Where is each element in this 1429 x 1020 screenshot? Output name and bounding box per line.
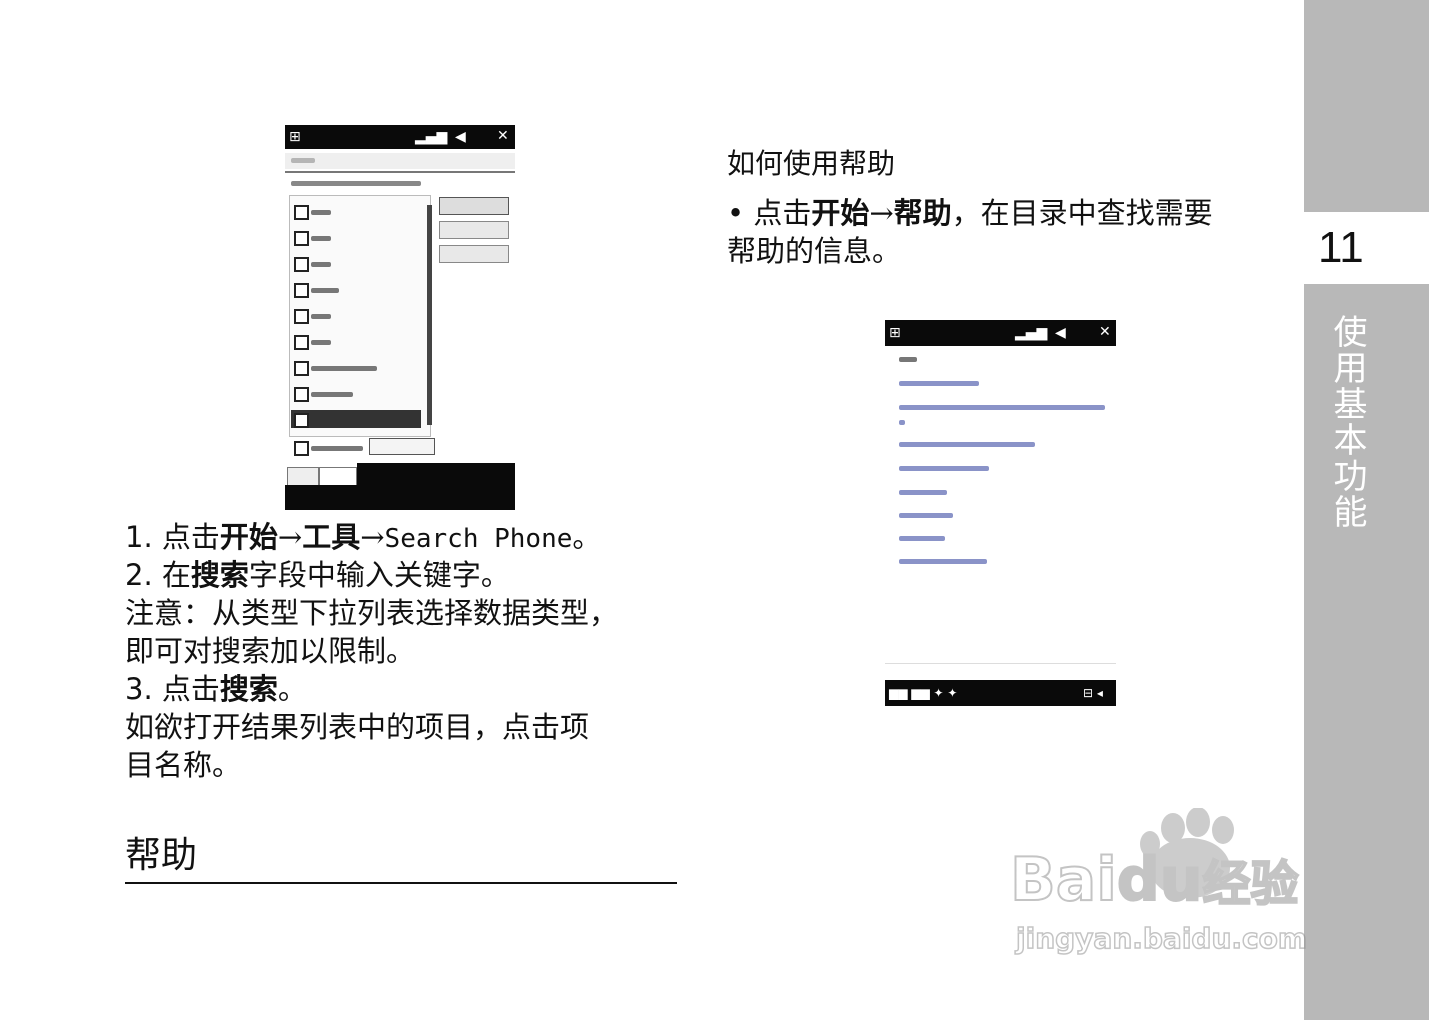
checkbox-icon[interactable] [294, 309, 309, 324]
help-link[interactable] [899, 442, 1035, 447]
help-link[interactable] [899, 536, 945, 541]
checkbox-icon[interactable] [294, 413, 309, 428]
watermark-url: jingyan.baidu.com [1015, 921, 1308, 956]
baidu-watermark: Baidu经验 jingyan.baidu.com [1009, 807, 1350, 968]
up-button[interactable] [439, 197, 509, 215]
volume-icon: ◀ [455, 129, 466, 145]
close-icon: ✕ [497, 128, 509, 144]
help-link[interactable] [899, 466, 989, 471]
select-button[interactable] [439, 245, 509, 263]
help-bullet-line-2: 帮助的信息。 [727, 234, 902, 268]
open-line-1: 如欲打开结果列表中的项目，点击项 [125, 710, 590, 744]
step-3: 3. 点击搜索。 [125, 672, 307, 706]
note-line-1: 注意：从类型下拉列表选择数据类型， [125, 596, 619, 630]
help-link[interactable] [899, 405, 1105, 410]
checkbox-icon[interactable] [294, 283, 309, 298]
open-line-2: 目名称。 [125, 748, 242, 782]
checkbox-icon[interactable] [294, 387, 309, 402]
checkbox-icon[interactable] [294, 257, 309, 272]
checkbox-icon[interactable] [294, 205, 309, 220]
help-link[interactable] [899, 381, 979, 386]
title-bar: ⊞ ▂▄▆ ◀ ✕ [285, 125, 515, 149]
checkbox-icon[interactable] [294, 441, 309, 456]
title-bar: ⊞ ▂▄▆ ◀ ✕ [885, 320, 1116, 346]
signal-icon: ▂▄▆ [1015, 325, 1048, 341]
watermark-brand-cn: 经验 [1201, 855, 1299, 913]
checkbox-icon[interactable] [294, 335, 309, 350]
bottom-menu-bar: ▆▆ ▆▆ ✦ ✦ ⊟ ◂ [885, 680, 1116, 706]
help-subheading: 如何使用帮助 [727, 147, 896, 180]
watermark-brand-a: Bai [1009, 845, 1118, 915]
watermark-brand-b: du [1116, 845, 1204, 915]
note-line-2: 即可对搜索加以限制。 [125, 634, 416, 668]
windows-start-icon: ⊞ [889, 325, 901, 341]
heading-rule [125, 882, 677, 884]
signal-icon: ▂▄▆ [415, 129, 448, 145]
down-button[interactable] [439, 221, 509, 239]
section-label: 使用基本功能 [1327, 314, 1367, 530]
checkbox-icon[interactable] [294, 231, 309, 246]
search-screenshot: ⊞ ▂▄▆ ◀ ✕ [285, 125, 515, 510]
help-screenshot: ⊞ ▂▄▆ ◀ ✕ ▆▆ ▆▆ ✦ ✦ ⊟ ◂ [885, 320, 1116, 706]
help-bullet: • 点击开始→帮助，在目录中查找需要 [727, 196, 1213, 230]
checkbox-icon[interactable] [294, 361, 309, 376]
help-link[interactable] [899, 559, 987, 564]
section-heading: 帮助 [125, 835, 198, 876]
close-icon: ✕ [1099, 324, 1111, 340]
help-link[interactable] [899, 513, 953, 518]
page-number: 11 [1304, 212, 1429, 284]
windows-start-icon: ⊞ [289, 129, 301, 145]
volume-icon: ◀ [1055, 325, 1066, 341]
step-2: 2. 在搜索字段中输入关键字。 [125, 558, 510, 592]
step-1: 1. 点击开始→工具→Search Phone。 [125, 520, 602, 554]
help-link[interactable] [899, 490, 947, 495]
help-link[interactable] [899, 420, 905, 425]
sidebar-top-block [1304, 0, 1429, 212]
